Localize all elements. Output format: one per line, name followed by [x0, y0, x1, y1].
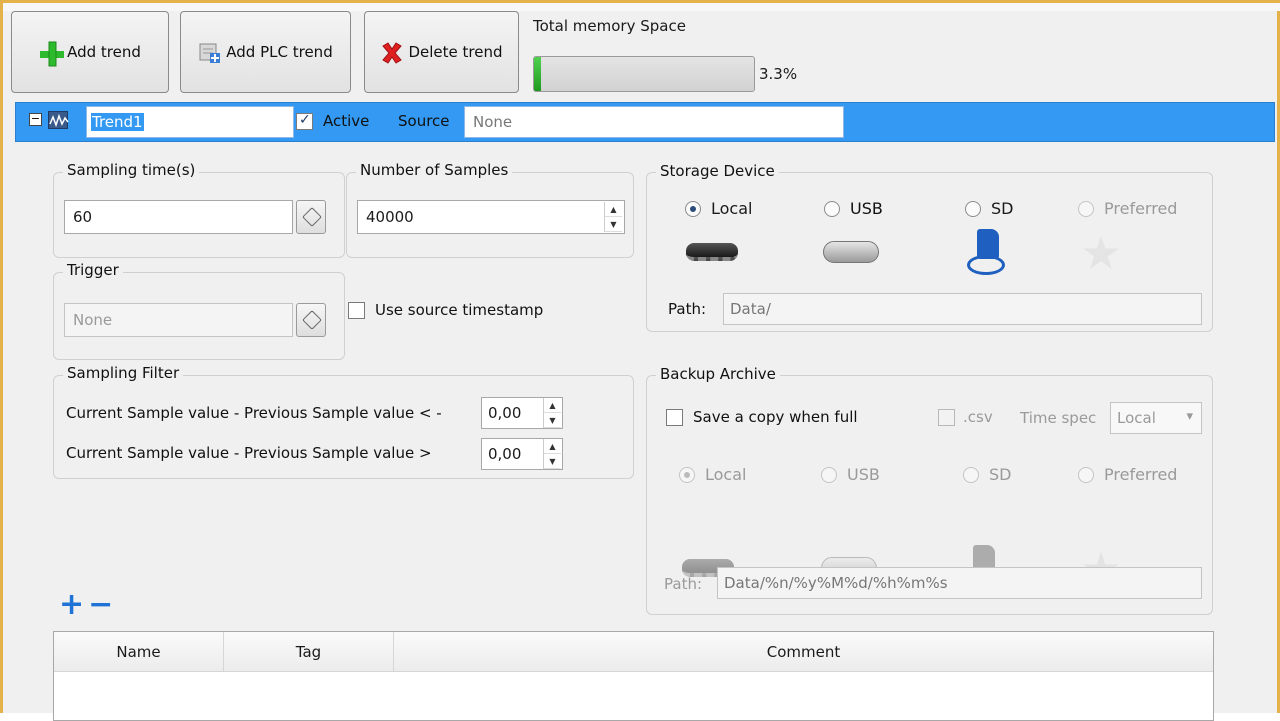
- backup-path-input[interactable]: Data/%n/%y%M%d/%h%m%s: [717, 567, 1202, 599]
- storage-device-label: Storage Device: [656, 162, 779, 180]
- filter-row2-up-icon[interactable]: ▲: [544, 439, 561, 454]
- use-source-timestamp-option[interactable]: Use source timestamp: [348, 301, 543, 319]
- filter-row1-up-icon[interactable]: ▲: [544, 398, 561, 413]
- storage-path-label: Path:: [668, 300, 707, 318]
- column-tag[interactable]: Tag: [224, 632, 394, 671]
- storage-usb-label: USB: [850, 199, 883, 218]
- time-spec-select[interactable]: Local: [1110, 402, 1202, 434]
- backup-sd-label: SD: [989, 465, 1012, 484]
- active-checkbox[interactable]: [296, 112, 313, 130]
- trend-row[interactable]: − Trend1 Active Source None: [15, 102, 1275, 142]
- trigger-label: Trigger: [63, 261, 123, 279]
- star-icon: ★: [1080, 226, 1122, 280]
- memory-label: Total memory Space: [533, 17, 686, 35]
- storage-usb-option[interactable]: USB: [824, 199, 883, 218]
- time-spec-value: Local: [1117, 409, 1156, 427]
- save-copy-label: Save a copy when full: [693, 408, 858, 426]
- filter-row2-text: Current Sample value - Previous Sample v…: [66, 444, 432, 462]
- storage-sd-option[interactable]: SD: [965, 199, 1013, 218]
- use-source-timestamp-checkbox[interactable]: [348, 301, 365, 319]
- storage-sd-radio[interactable]: [965, 200, 981, 217]
- backup-local-radio[interactable]: [679, 466, 695, 483]
- usb-drive-icon: [823, 241, 879, 263]
- active-checkbox-wrap[interactable]: Active: [296, 112, 369, 130]
- backup-device-icons: ★: [3, 51, 1277, 592]
- backup-preferred-radio[interactable]: [1078, 466, 1094, 483]
- backup-usb-option[interactable]: USB: [821, 465, 880, 484]
- backup-path-label: Path:: [664, 575, 703, 593]
- storage-usb-radio[interactable]: [824, 200, 840, 217]
- plus-icon[interactable]: +: [59, 587, 88, 622]
- top-strip: [3, 3, 1280, 11]
- spin-up-icon[interactable]: ▲: [605, 202, 622, 217]
- trigger-tag-icon[interactable]: [296, 303, 326, 337]
- table-header: Name Tag Comment: [54, 632, 1213, 672]
- column-name[interactable]: Name: [54, 632, 224, 671]
- backup-sd-option[interactable]: SD: [963, 465, 1011, 484]
- source-input[interactable]: None: [464, 106, 844, 138]
- sampling-filter-label: Sampling Filter: [63, 364, 184, 382]
- time-spec-label: Time spec: [1020, 409, 1097, 427]
- save-copy-option[interactable]: Save a copy when full: [666, 408, 858, 426]
- backup-local-label: Local: [705, 465, 747, 484]
- trend-name-text: Trend1: [91, 113, 144, 131]
- backup-archive-label: Backup Archive: [656, 365, 780, 383]
- window-frame: Add trend Add PLC trend Delete trend Tot…: [0, 0, 1280, 721]
- samples-spinner[interactable]: ▲ ▼: [604, 202, 622, 232]
- trigger-input[interactable]: None: [64, 303, 293, 337]
- backup-preferred-option[interactable]: Preferred: [1078, 465, 1177, 484]
- filter-row2-spinner[interactable]: ▲ ▼: [543, 439, 561, 469]
- samples-input[interactable]: 40000: [357, 200, 625, 234]
- tag-icon[interactable]: [296, 200, 326, 234]
- sampling-time-input[interactable]: 60: [64, 200, 293, 234]
- storage-path-input[interactable]: Data/: [723, 293, 1202, 325]
- tags-table[interactable]: Name Tag Comment: [53, 631, 1214, 721]
- storage-local-radio[interactable]: [685, 200, 701, 217]
- filter-row2-down-icon[interactable]: ▼: [544, 454, 561, 469]
- backup-local-option[interactable]: Local: [679, 465, 746, 484]
- sampling-time-label: Sampling time(s): [63, 161, 200, 179]
- active-label: Active: [323, 112, 370, 130]
- trend-name-input[interactable]: Trend1: [86, 106, 294, 138]
- storage-sd-label: SD: [991, 199, 1014, 218]
- csv-checkbox[interactable]: [938, 408, 955, 426]
- spin-down-icon[interactable]: ▼: [605, 217, 622, 232]
- filter-row1-down-icon[interactable]: ▼: [544, 413, 561, 428]
- csv-label: .csv: [963, 408, 993, 426]
- source-label: Source: [398, 112, 450, 130]
- storage-local-option[interactable]: Local: [685, 199, 752, 218]
- collapse-icon[interactable]: −: [29, 113, 42, 126]
- column-comment[interactable]: Comment: [394, 632, 1213, 671]
- use-source-timestamp-label: Use source timestamp: [375, 301, 544, 319]
- backup-sd-radio[interactable]: [963, 466, 979, 483]
- trend-wave-icon: [48, 111, 69, 129]
- csv-option[interactable]: .csv: [938, 408, 993, 426]
- filter-row1-text: Current Sample value - Previous Sample v…: [66, 404, 442, 422]
- storage-preferred-option[interactable]: Preferred: [1078, 199, 1177, 218]
- samples-label: Number of Samples: [356, 161, 513, 179]
- backup-usb-label: USB: [847, 465, 880, 484]
- minus-icon[interactable]: −: [88, 587, 117, 622]
- backup-preferred-label: Preferred: [1104, 465, 1178, 484]
- storage-preferred-radio[interactable]: [1078, 200, 1094, 217]
- storage-local-label: Local: [711, 199, 753, 218]
- storage-preferred-label: Preferred: [1104, 199, 1178, 218]
- add-remove-row-controls: +−: [59, 587, 117, 622]
- save-copy-checkbox[interactable]: [666, 408, 683, 426]
- sd-card-icon: [967, 229, 1005, 277]
- filter-row1-spinner[interactable]: ▲ ▼: [543, 398, 561, 428]
- local-chip-icon: [686, 243, 738, 261]
- backup-usb-radio[interactable]: [821, 466, 837, 483]
